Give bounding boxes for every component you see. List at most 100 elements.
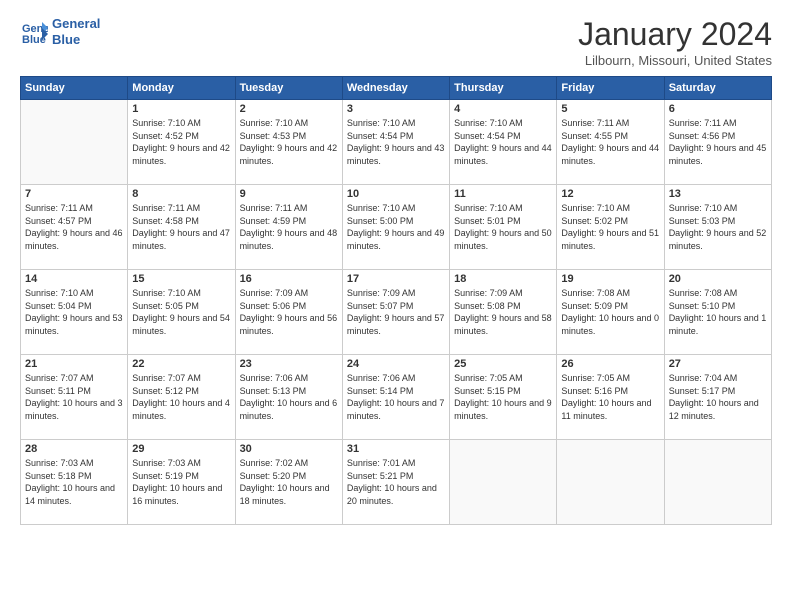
day-info: Sunrise: 7:06 AMSunset: 5:14 PMDaylight:… xyxy=(347,372,445,422)
calendar-cell: 16Sunrise: 7:09 AMSunset: 5:06 PMDayligh… xyxy=(235,270,342,355)
day-number: 16 xyxy=(240,273,338,285)
col-tuesday: Tuesday xyxy=(235,77,342,100)
day-number: 12 xyxy=(561,188,659,200)
day-info: Sunrise: 7:10 AMSunset: 4:54 PMDaylight:… xyxy=(454,117,552,167)
day-info: Sunrise: 7:03 AMSunset: 5:18 PMDaylight:… xyxy=(25,457,123,507)
day-number: 5 xyxy=(561,103,659,115)
day-info: Sunrise: 7:11 AMSunset: 4:56 PMDaylight:… xyxy=(669,117,767,167)
calendar-cell: 18 Sunrise: 7:09 AMSunset: 5:08 PMDayligh… xyxy=(450,270,557,355)
calendar-cell: 31 Sunrise: 7:01 AMSunset: 5:21 PMDayligh… xyxy=(342,440,449,525)
day-number: 2 xyxy=(240,103,338,115)
day-info: Sunrise: 7:11 AMSunset: 4:57 PMDaylight:… xyxy=(25,202,123,252)
day-number: 18 xyxy=(454,273,552,285)
calendar-cell: 22Sunrise: 7:07 AMSunset: 5:12 PMDayligh… xyxy=(128,355,235,440)
day-number: 25 xyxy=(454,358,552,370)
header: General Blue General Blue January 2024 L… xyxy=(20,16,772,68)
day-info: Sunrise: 7:11 AMSunset: 4:59 PMDaylight:… xyxy=(240,202,338,252)
day-info: Sunrise: 7:09 AMSunset: 5:07 PMDaylight:… xyxy=(347,287,445,337)
calendar-cell: 1 Sunrise: 7:10 AMSunset: 4:52 PMDaylight… xyxy=(128,100,235,185)
day-number: 26 xyxy=(561,358,659,370)
calendar-cell: 9 Sunrise: 7:11 AMSunset: 4:59 PMDaylight… xyxy=(235,185,342,270)
day-number: 15 xyxy=(132,273,230,285)
day-info: Sunrise: 7:05 AMSunset: 5:15 PMDaylight:… xyxy=(454,372,552,422)
calendar-cell: 30Sunrise: 7:02 AMSunset: 5:20 PMDayligh… xyxy=(235,440,342,525)
calendar-cell: 11Sunrise: 7:10 AMSunset: 5:01 PMDayligh… xyxy=(450,185,557,270)
day-info: Sunrise: 7:10 AMSunset: 5:05 PMDaylight:… xyxy=(132,287,230,337)
day-number: 27 xyxy=(669,358,767,370)
day-number: 14 xyxy=(25,273,123,285)
month-title: January 2024 xyxy=(578,16,772,53)
day-number: 30 xyxy=(240,443,338,455)
logo: General Blue General Blue xyxy=(20,16,100,47)
day-number: 3 xyxy=(347,103,445,115)
day-info: Sunrise: 7:09 AMSunset: 5:08 PMDaylight:… xyxy=(454,287,552,337)
calendar-cell: 13 Sunrise: 7:10 AMSunset: 5:03 PMDayligh… xyxy=(664,185,771,270)
day-number: 6 xyxy=(669,103,767,115)
day-number: 8 xyxy=(132,188,230,200)
day-info: Sunrise: 7:04 AMSunset: 5:17 PMDaylight:… xyxy=(669,372,767,422)
day-number: 13 xyxy=(669,188,767,200)
day-info: Sunrise: 7:08 AMSunset: 5:10 PMDaylight:… xyxy=(669,287,767,337)
day-number: 31 xyxy=(347,443,445,455)
logo-icon: General Blue xyxy=(20,18,48,46)
calendar-cell: 28 Sunrise: 7:03 AMSunset: 5:18 PMDayligh… xyxy=(21,440,128,525)
calendar-cell xyxy=(664,440,771,525)
calendar-cell: 12Sunrise: 7:10 AMSunset: 5:02 PMDayligh… xyxy=(557,185,664,270)
calendar-cell: 23 Sunrise: 7:06 AMSunset: 5:13 PMDayligh… xyxy=(235,355,342,440)
calendar-cell: 15 Sunrise: 7:10 AMSunset: 5:05 PMDayligh… xyxy=(128,270,235,355)
calendar-cell: 21 Sunrise: 7:07 AMSunset: 5:11 PMDayligh… xyxy=(21,355,128,440)
day-number: 21 xyxy=(25,358,123,370)
day-info: Sunrise: 7:10 AMSunset: 4:52 PMDaylight:… xyxy=(132,117,230,167)
day-info: Sunrise: 7:06 AMSunset: 5:13 PMDaylight:… xyxy=(240,372,338,422)
calendar-cell: 29 Sunrise: 7:03 AMSunset: 5:19 PMDayligh… xyxy=(128,440,235,525)
calendar-cell: 6 Sunrise: 7:11 AMSunset: 4:56 PMDaylight… xyxy=(664,100,771,185)
calendar-header-row: Sunday Monday Tuesday Wednesday Thursday… xyxy=(21,77,772,100)
calendar-cell: 26 Sunrise: 7:05 AMSunset: 5:16 PMDayligh… xyxy=(557,355,664,440)
page: General Blue General Blue January 2024 L… xyxy=(0,0,792,612)
day-number: 11 xyxy=(454,188,552,200)
day-info: Sunrise: 7:07 AMSunset: 5:12 PMDaylight:… xyxy=(132,372,230,422)
calendar: Sunday Monday Tuesday Wednesday Thursday… xyxy=(20,76,772,525)
day-info: Sunrise: 7:05 AMSunset: 5:16 PMDaylight:… xyxy=(561,372,659,422)
calendar-cell: 10Sunrise: 7:10 AMSunset: 5:00 PMDayligh… xyxy=(342,185,449,270)
day-info: Sunrise: 7:11 AMSunset: 4:55 PMDaylight:… xyxy=(561,117,659,167)
calendar-week-5: 28 Sunrise: 7:03 AMSunset: 5:18 PMDayligh… xyxy=(21,440,772,525)
logo-general: General xyxy=(52,16,100,32)
day-number: 4 xyxy=(454,103,552,115)
calendar-cell: 5 Sunrise: 7:11 AMSunset: 4:55 PMDaylight… xyxy=(557,100,664,185)
day-info: Sunrise: 7:10 AMSunset: 5:04 PMDaylight:… xyxy=(25,287,123,337)
calendar-cell: 4 Sunrise: 7:10 AMSunset: 4:54 PMDaylight… xyxy=(450,100,557,185)
day-info: Sunrise: 7:03 AMSunset: 5:19 PMDaylight:… xyxy=(132,457,230,507)
col-monday: Monday xyxy=(128,77,235,100)
calendar-cell xyxy=(450,440,557,525)
calendar-cell: 17Sunrise: 7:09 AMSunset: 5:07 PMDayligh… xyxy=(342,270,449,355)
calendar-week-3: 14 Sunrise: 7:10 AMSunset: 5:04 PMDayligh… xyxy=(21,270,772,355)
day-number: 1 xyxy=(132,103,230,115)
day-info: Sunrise: 7:01 AMSunset: 5:21 PMDaylight:… xyxy=(347,457,445,507)
col-sunday: Sunday xyxy=(21,77,128,100)
day-number: 24 xyxy=(347,358,445,370)
day-number: 29 xyxy=(132,443,230,455)
col-friday: Friday xyxy=(557,77,664,100)
calendar-cell: 8Sunrise: 7:11 AMSunset: 4:58 PMDaylight… xyxy=(128,185,235,270)
day-number: 23 xyxy=(240,358,338,370)
calendar-cell: 2Sunrise: 7:10 AMSunset: 4:53 PMDaylight… xyxy=(235,100,342,185)
calendar-cell: 3Sunrise: 7:10 AMSunset: 4:54 PMDaylight… xyxy=(342,100,449,185)
day-number: 28 xyxy=(25,443,123,455)
day-number: 9 xyxy=(240,188,338,200)
calendar-cell: 27 Sunrise: 7:04 AMSunset: 5:17 PMDayligh… xyxy=(664,355,771,440)
title-block: January 2024 Lilbourn, Missouri, United … xyxy=(578,16,772,68)
calendar-week-4: 21 Sunrise: 7:07 AMSunset: 5:11 PMDayligh… xyxy=(21,355,772,440)
calendar-week-2: 7Sunrise: 7:11 AMSunset: 4:57 PMDaylight… xyxy=(21,185,772,270)
calendar-cell: 19Sunrise: 7:08 AMSunset: 5:09 PMDayligh… xyxy=(557,270,664,355)
calendar-cell: 14 Sunrise: 7:10 AMSunset: 5:04 PMDayligh… xyxy=(21,270,128,355)
calendar-cell: 25 Sunrise: 7:05 AMSunset: 5:15 PMDayligh… xyxy=(450,355,557,440)
col-thursday: Thursday xyxy=(450,77,557,100)
day-info: Sunrise: 7:10 AMSunset: 5:03 PMDaylight:… xyxy=(669,202,767,252)
day-number: 20 xyxy=(669,273,767,285)
location: Lilbourn, Missouri, United States xyxy=(578,53,772,68)
day-info: Sunrise: 7:07 AMSunset: 5:11 PMDaylight:… xyxy=(25,372,123,422)
day-info: Sunrise: 7:08 AMSunset: 5:09 PMDaylight:… xyxy=(561,287,659,337)
col-saturday: Saturday xyxy=(664,77,771,100)
calendar-cell: 7Sunrise: 7:11 AMSunset: 4:57 PMDaylight… xyxy=(21,185,128,270)
